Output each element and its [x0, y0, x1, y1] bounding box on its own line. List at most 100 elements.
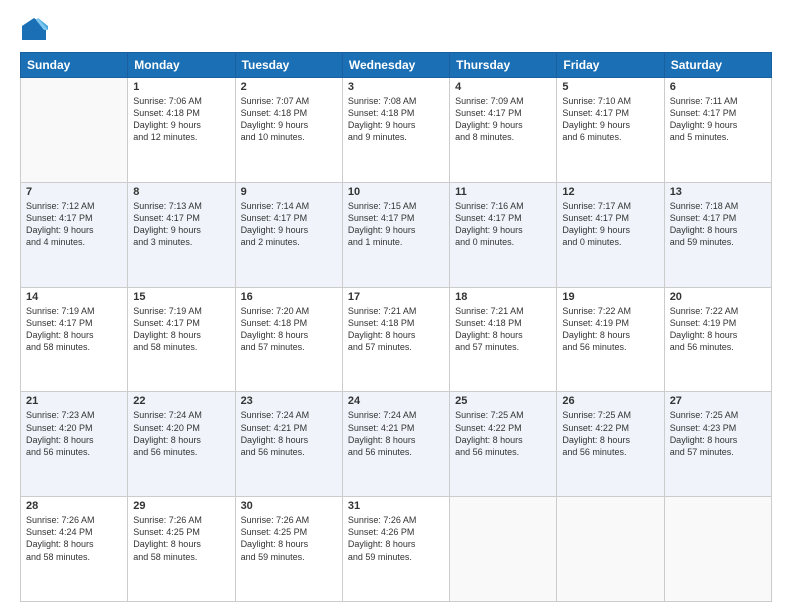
- day-number: 29: [133, 500, 229, 512]
- calendar-cell: 19 Sunrise: 7:22 AM Sunset: 4:19 PM Dayli…: [557, 287, 664, 392]
- calendar-cell: 15 Sunrise: 7:19 AM Sunset: 4:17 PM Dayli…: [128, 287, 235, 392]
- calendar-cell: 20 Sunrise: 7:22 AM Sunset: 4:19 PM Dayli…: [664, 287, 771, 392]
- calendar-week-row: 7Sunrise: 7:12 AM Sunset: 4:17 PM Daylig…: [21, 182, 772, 287]
- day-info: Sunrise: 7:25 AM Sunset: 4:23 PM Dayligh…: [670, 409, 766, 458]
- calendar-cell: 30Sunrise: 7:26 AM Sunset: 4:25 PM Dayli…: [235, 497, 342, 602]
- day-info: Sunrise: 7:07 AM Sunset: 4:18 PM Dayligh…: [241, 95, 337, 144]
- day-number: 26: [562, 395, 658, 407]
- day-number: 15: [133, 291, 229, 303]
- calendar-cell: 1Sunrise: 7:06 AM Sunset: 4:18 PM Daylig…: [128, 78, 235, 183]
- day-number: 18: [455, 291, 551, 303]
- calendar-table: SundayMondayTuesdayWednesdayThursdayFrid…: [20, 52, 772, 602]
- day-number: 24: [348, 395, 444, 407]
- day-number: 5: [562, 81, 658, 93]
- day-number: 12: [562, 186, 658, 198]
- calendar-week-row: 1Sunrise: 7:06 AM Sunset: 4:18 PM Daylig…: [21, 78, 772, 183]
- calendar-cell: 12 Sunrise: 7:17 AM Sunset: 4:17 PM Dayli…: [557, 182, 664, 287]
- calendar-cell: 2Sunrise: 7:07 AM Sunset: 4:18 PM Daylig…: [235, 78, 342, 183]
- day-info: Sunrise: 7:23 AM Sunset: 4:20 PM Dayligh…: [26, 409, 122, 458]
- day-info: Sunrise: 7:26 AM Sunset: 4:24 PM Dayligh…: [26, 514, 122, 563]
- day-number: 16: [241, 291, 337, 303]
- day-info: Sunrise: 7:26 AM Sunset: 4:25 PM Dayligh…: [133, 514, 229, 563]
- day-number: 28: [26, 500, 122, 512]
- day-info: Sunrise: 7:21 AM Sunset: 4:18 PM Dayligh…: [348, 305, 444, 354]
- day-number: 3: [348, 81, 444, 93]
- day-info: Sunrise: 7:24 AM Sunset: 4:21 PM Dayligh…: [241, 409, 337, 458]
- day-number: 8: [133, 186, 229, 198]
- calendar-cell: 8 Sunrise: 7:13 AM Sunset: 4:17 PM Daylig…: [128, 182, 235, 287]
- calendar-cell: 11Sunrise: 7:16 AM Sunset: 4:17 PM Dayli…: [450, 182, 557, 287]
- day-info: Sunrise: 7:11 AM Sunset: 4:17 PM Dayligh…: [670, 95, 766, 144]
- day-info: Sunrise: 7:18 AM Sunset: 4:17 PM Dayligh…: [670, 200, 766, 249]
- day-info: Sunrise: 7:19 AM Sunset: 4:17 PM Dayligh…: [133, 305, 229, 354]
- calendar-cell: 14 Sunrise: 7:19 AM Sunset: 4:17 PM Dayli…: [21, 287, 128, 392]
- day-number: 31: [348, 500, 444, 512]
- day-info: Sunrise: 7:08 AM Sunset: 4:18 PM Dayligh…: [348, 95, 444, 144]
- calendar-cell: [450, 497, 557, 602]
- calendar-cell: 3 Sunrise: 7:08 AM Sunset: 4:18 PM Daylig…: [342, 78, 449, 183]
- day-info: Sunrise: 7:22 AM Sunset: 4:19 PM Dayligh…: [562, 305, 658, 354]
- calendar-cell: 29 Sunrise: 7:26 AM Sunset: 4:25 PM Dayli…: [128, 497, 235, 602]
- day-info: Sunrise: 7:25 AM Sunset: 4:22 PM Dayligh…: [455, 409, 551, 458]
- calendar-cell: 23 Sunrise: 7:24 AM Sunset: 4:21 PM Dayli…: [235, 392, 342, 497]
- day-number: 23: [241, 395, 337, 407]
- calendar-cell: 18Sunrise: 7:21 AM Sunset: 4:18 PM Dayli…: [450, 287, 557, 392]
- day-number: 22: [133, 395, 229, 407]
- weekday-header-tuesday: Tuesday: [235, 53, 342, 78]
- calendar-cell: 6 Sunrise: 7:11 AM Sunset: 4:17 PM Daylig…: [664, 78, 771, 183]
- day-number: 20: [670, 291, 766, 303]
- day-info: Sunrise: 7:19 AM Sunset: 4:17 PM Dayligh…: [26, 305, 122, 354]
- calendar-cell: 31 Sunrise: 7:26 AM Sunset: 4:26 PM Dayli…: [342, 497, 449, 602]
- page: SundayMondayTuesdayWednesdayThursdayFrid…: [0, 0, 792, 612]
- weekday-header-saturday: Saturday: [664, 53, 771, 78]
- calendar-cell: 16 Sunrise: 7:20 AM Sunset: 4:18 PM Dayli…: [235, 287, 342, 392]
- day-info: Sunrise: 7:09 AM Sunset: 4:17 PM Dayligh…: [455, 95, 551, 144]
- logo: [20, 16, 52, 44]
- logo-icon: [20, 16, 48, 44]
- calendar-cell: 10 Sunrise: 7:15 AM Sunset: 4:17 PM Dayli…: [342, 182, 449, 287]
- calendar-cell: 17 Sunrise: 7:21 AM Sunset: 4:18 PM Dayli…: [342, 287, 449, 392]
- calendar-header-row: SundayMondayTuesdayWednesdayThursdayFrid…: [21, 53, 772, 78]
- calendar-cell: 7Sunrise: 7:12 AM Sunset: 4:17 PM Daylig…: [21, 182, 128, 287]
- day-number: 14: [26, 291, 122, 303]
- day-info: Sunrise: 7:26 AM Sunset: 4:26 PM Dayligh…: [348, 514, 444, 563]
- day-info: Sunrise: 7:22 AM Sunset: 4:19 PM Dayligh…: [670, 305, 766, 354]
- day-number: 19: [562, 291, 658, 303]
- calendar-cell: [664, 497, 771, 602]
- calendar-cell: [21, 78, 128, 183]
- day-info: Sunrise: 7:14 AM Sunset: 4:17 PM Dayligh…: [241, 200, 337, 249]
- calendar-cell: 9 Sunrise: 7:14 AM Sunset: 4:17 PM Daylig…: [235, 182, 342, 287]
- day-info: Sunrise: 7:17 AM Sunset: 4:17 PM Dayligh…: [562, 200, 658, 249]
- calendar-week-row: 21Sunrise: 7:23 AM Sunset: 4:20 PM Dayli…: [21, 392, 772, 497]
- weekday-header-sunday: Sunday: [21, 53, 128, 78]
- calendar-cell: 21Sunrise: 7:23 AM Sunset: 4:20 PM Dayli…: [21, 392, 128, 497]
- day-info: Sunrise: 7:24 AM Sunset: 4:20 PM Dayligh…: [133, 409, 229, 458]
- day-info: Sunrise: 7:12 AM Sunset: 4:17 PM Dayligh…: [26, 200, 122, 249]
- day-info: Sunrise: 7:06 AM Sunset: 4:18 PM Dayligh…: [133, 95, 229, 144]
- day-info: Sunrise: 7:13 AM Sunset: 4:17 PM Dayligh…: [133, 200, 229, 249]
- calendar-cell: 4 Sunrise: 7:09 AM Sunset: 4:17 PM Daylig…: [450, 78, 557, 183]
- day-number: 17: [348, 291, 444, 303]
- day-number: 4: [455, 81, 551, 93]
- day-info: Sunrise: 7:10 AM Sunset: 4:17 PM Dayligh…: [562, 95, 658, 144]
- calendar-week-row: 28 Sunrise: 7:26 AM Sunset: 4:24 PM Dayli…: [21, 497, 772, 602]
- day-number: 13: [670, 186, 766, 198]
- day-info: Sunrise: 7:26 AM Sunset: 4:25 PM Dayligh…: [241, 514, 337, 563]
- day-number: 10: [348, 186, 444, 198]
- calendar-cell: 28 Sunrise: 7:26 AM Sunset: 4:24 PM Dayli…: [21, 497, 128, 602]
- calendar-cell: [557, 497, 664, 602]
- calendar-cell: 26Sunrise: 7:25 AM Sunset: 4:22 PM Dayli…: [557, 392, 664, 497]
- calendar-week-row: 14 Sunrise: 7:19 AM Sunset: 4:17 PM Dayli…: [21, 287, 772, 392]
- day-info: Sunrise: 7:20 AM Sunset: 4:18 PM Dayligh…: [241, 305, 337, 354]
- day-number: 6: [670, 81, 766, 93]
- day-number: 9: [241, 186, 337, 198]
- weekday-header-friday: Friday: [557, 53, 664, 78]
- header: [20, 16, 772, 44]
- weekday-header-thursday: Thursday: [450, 53, 557, 78]
- calendar-cell: 24Sunrise: 7:24 AM Sunset: 4:21 PM Dayli…: [342, 392, 449, 497]
- day-info: Sunrise: 7:15 AM Sunset: 4:17 PM Dayligh…: [348, 200, 444, 249]
- calendar-cell: 27Sunrise: 7:25 AM Sunset: 4:23 PM Dayli…: [664, 392, 771, 497]
- calendar-cell: 22 Sunrise: 7:24 AM Sunset: 4:20 PM Dayli…: [128, 392, 235, 497]
- day-info: Sunrise: 7:16 AM Sunset: 4:17 PM Dayligh…: [455, 200, 551, 249]
- weekday-header-wednesday: Wednesday: [342, 53, 449, 78]
